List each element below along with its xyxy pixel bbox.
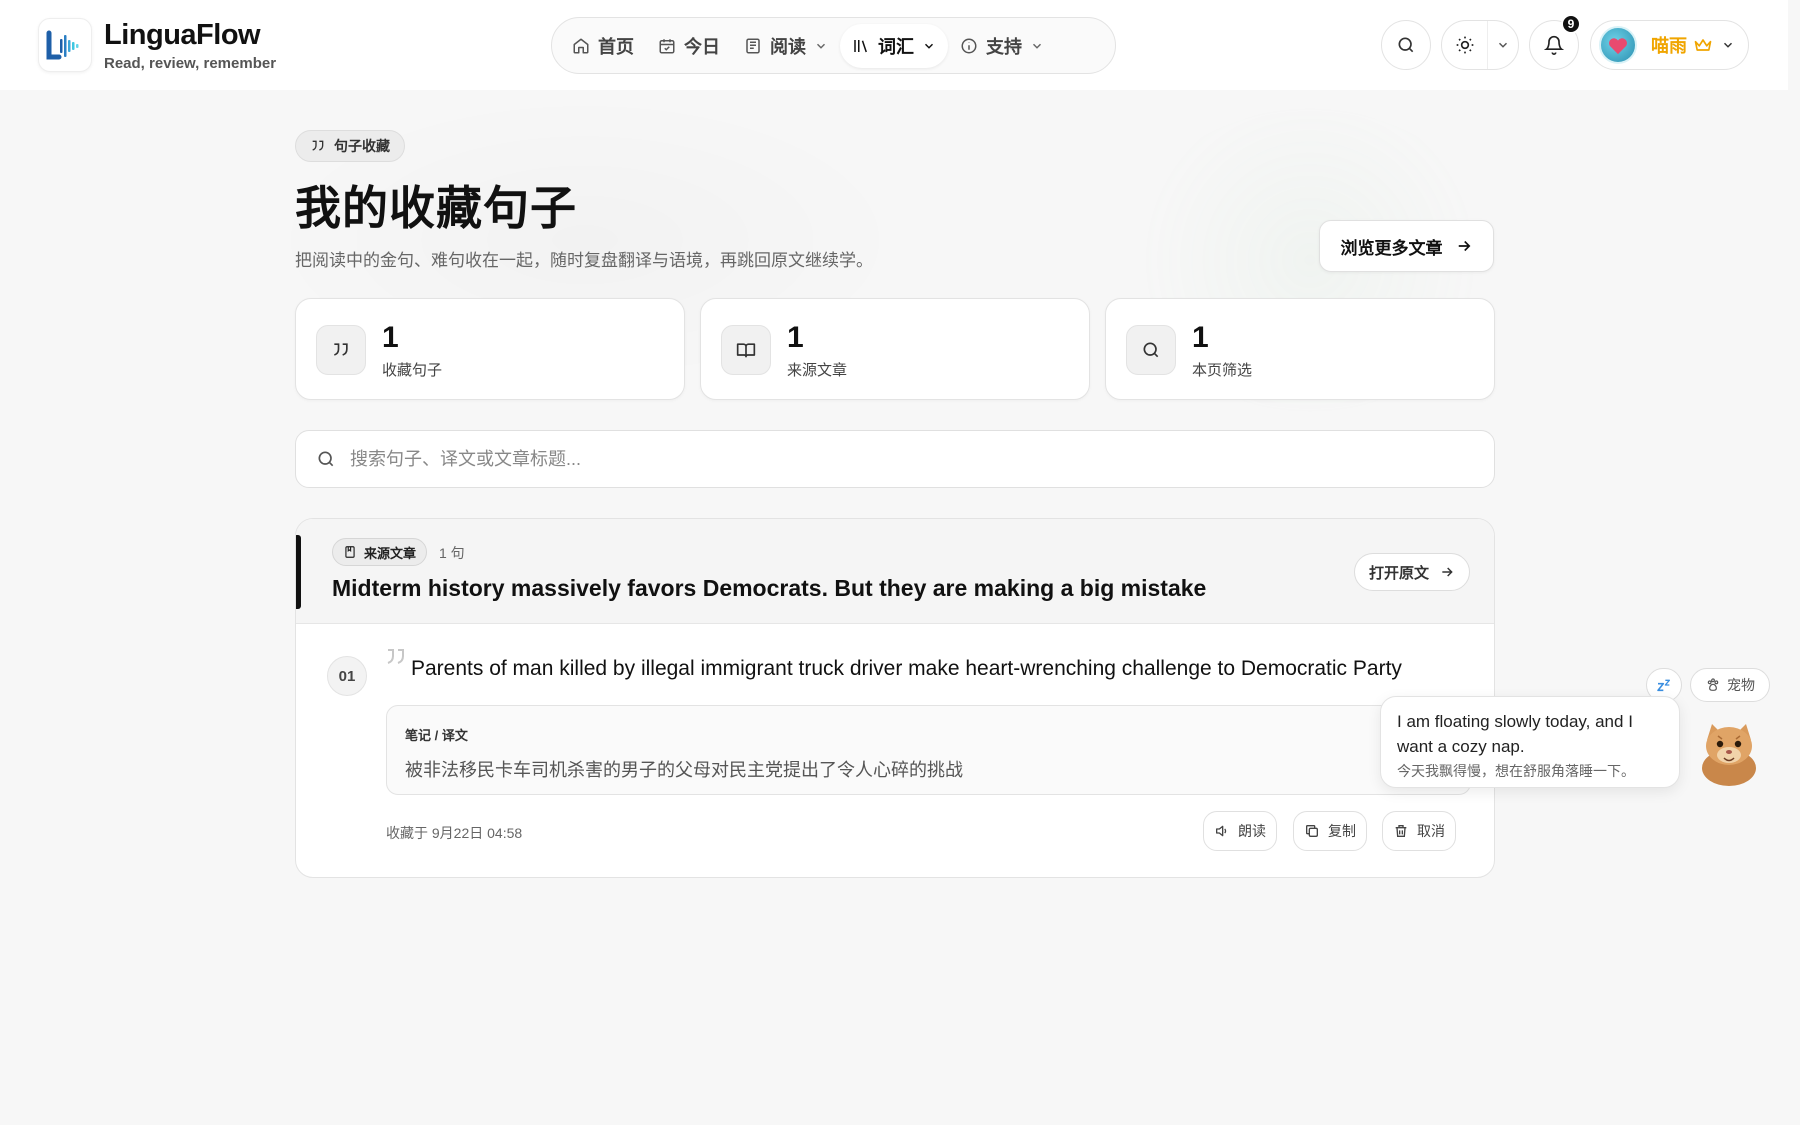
article-card: 来源文章 1 句 Midterm history massively favor… (295, 518, 1495, 878)
arrow-right-icon (1458, 240, 1470, 252)
browse-articles-label: 浏览更多文章 (1340, 238, 1443, 258)
stat-label: 收藏句子 (382, 362, 443, 379)
nav-item-today[interactable]: 今日 (646, 24, 732, 68)
search-icon (1398, 37, 1414, 53)
chevron-down-icon (1723, 42, 1733, 48)
cat-pet[interactable] (1694, 718, 1764, 788)
stat-value: 1 (382, 321, 399, 354)
open-original-label: 打开原文 (1368, 564, 1429, 582)
arrow-right-icon (1442, 567, 1453, 577)
notifications-button[interactable]: 9 (1529, 14, 1581, 70)
note-box: 笔记 / 译文 被非法移民卡车司机杀害的男子的父母对民主党提出了令人心碎的挑战 (386, 705, 1471, 795)
nav-item-support[interactable]: 支持 (948, 24, 1056, 68)
copy-icon (1306, 825, 1318, 837)
sleep-z-icon (1657, 679, 1670, 692)
chevron-down-icon (1498, 42, 1508, 48)
user-name: 喵雨 (1651, 36, 1687, 56)
source-chip-label: 来源文章 (364, 545, 417, 561)
search-button[interactable] (1381, 20, 1431, 70)
brand-name: LinguaFlow (104, 18, 261, 51)
chevron-down-icon (924, 43, 934, 49)
logo-icon (38, 18, 92, 72)
page-subtitle: 把阅读中的金句、难句收在一起，随时复盘翻译与语境，再跳回原文继续学。 (295, 251, 873, 270)
section-chip-label: 句子收藏 (334, 138, 390, 154)
main-nav: 首页 今日 阅读 词汇 支持 (551, 17, 1116, 74)
search-icon (318, 451, 334, 467)
sun-icon (1456, 36, 1473, 54)
unsave-label: 取消 (1417, 823, 1445, 839)
notification-count-badge: 9 (1561, 14, 1581, 34)
heart-icon (1608, 38, 1628, 55)
library-icon (854, 39, 867, 52)
bell-icon (1544, 35, 1564, 55)
sentence-index: 01 (327, 656, 367, 696)
open-original-button[interactable]: 打开原文 (1354, 553, 1470, 591)
nav-label: 阅读 (770, 36, 806, 57)
bookmark-book-icon (345, 546, 355, 558)
saved-timestamp: 收藏于 9月22日 04:58 (386, 825, 523, 841)
search-icon (1126, 325, 1176, 375)
read-aloud-label: 朗读 (1238, 823, 1266, 839)
quote-mark-icon (387, 649, 404, 664)
cat-icon (1702, 724, 1756, 786)
pet-speech-bubble: I am floating slowly today, and I want a… (1380, 696, 1680, 788)
paw-icon (1707, 678, 1719, 691)
article-header: 来源文章 1 句 Midterm history massively favor… (296, 519, 1494, 624)
nav-item-vocabulary[interactable]: 词汇 (840, 23, 948, 68)
stat-card-source-articles: 1 来源文章 (700, 298, 1090, 400)
crown-icon (1694, 39, 1712, 51)
nav-label: 支持 (986, 36, 1022, 57)
top-bar: LinguaFlow Read, review, remember 首页 今日 … (0, 0, 1788, 90)
unsave-button[interactable]: 取消 (1382, 811, 1456, 851)
nav-label: 首页 (598, 36, 634, 57)
nav-item-reading[interactable]: 阅读 (732, 24, 840, 68)
saved-sentence-text: Parents of man killed by illegal immigra… (411, 657, 1402, 680)
browse-articles-button[interactable]: 浏览更多文章 (1319, 220, 1494, 272)
pet-toggle-button[interactable]: 宠物 (1690, 668, 1770, 702)
sentence-count: 1 句 (439, 545, 465, 561)
pet-message-en: I am floating slowly today, and I want a… (1397, 712, 1633, 756)
theme-menu-button[interactable] (1488, 38, 1518, 52)
chevron-down-icon (816, 43, 826, 49)
speaker-icon (1216, 825, 1227, 837)
search-bar (295, 430, 1495, 488)
brand[interactable]: LinguaFlow Read, review, remember (38, 18, 276, 72)
quote-icon (316, 325, 366, 375)
read-aloud-button[interactable]: 朗读 (1203, 811, 1277, 851)
nav-label: 词汇 (878, 36, 914, 57)
info-icon (961, 38, 977, 53)
nav-item-home[interactable]: 首页 (560, 24, 646, 68)
newspaper-icon (746, 38, 760, 53)
accent-bar (296, 535, 301, 609)
page-title: 我的收藏句子 (295, 182, 577, 234)
copy-button[interactable]: 复制 (1293, 811, 1367, 851)
trash-icon (1395, 825, 1407, 837)
pet-button-label: 宠物 (1727, 677, 1755, 693)
home-icon (573, 38, 589, 53)
copy-label: 复制 (1328, 823, 1356, 839)
calendar-icon (659, 38, 675, 53)
stat-card-saved-sentences: 1 收藏句子 (295, 298, 685, 400)
nav-label: 今日 (684, 36, 720, 57)
theme-switcher (1441, 20, 1519, 70)
article-title[interactable]: Midterm history massively favors Democra… (332, 575, 1206, 602)
brand-tagline: Read, review, remember (104, 54, 277, 72)
user-menu[interactable]: 喵雨 (1590, 20, 1749, 70)
note-label: 笔记 / 译文 (405, 728, 468, 743)
avatar (1599, 26, 1637, 64)
stat-label: 来源文章 (787, 362, 848, 379)
stat-value: 1 (787, 321, 804, 354)
theme-toggle-button[interactable] (1442, 21, 1488, 69)
book-open-icon (721, 325, 771, 375)
chevron-down-icon (1032, 43, 1042, 49)
stat-label: 本页筛选 (1192, 362, 1253, 379)
source-chip: 来源文章 (332, 538, 428, 566)
quote-icon (312, 140, 324, 151)
pet-message-zh: 今天我飘得慢，想在舒服角落睡一下。 (1397, 763, 1635, 779)
note-translation: 被非法移民卡车司机杀害的男子的父母对民主党提出了令人心碎的挑战 (405, 760, 963, 780)
stat-card-page-filter: 1 本页筛选 (1105, 298, 1495, 400)
stat-value: 1 (1192, 321, 1209, 354)
section-chip: 句子收藏 (295, 130, 405, 162)
search-input[interactable] (350, 448, 1450, 470)
